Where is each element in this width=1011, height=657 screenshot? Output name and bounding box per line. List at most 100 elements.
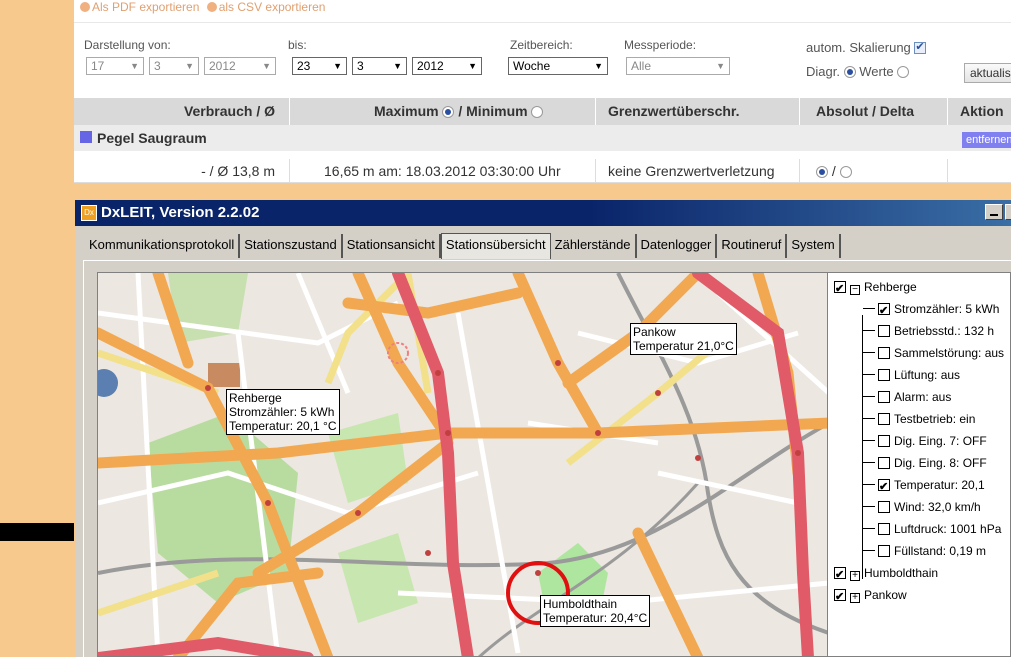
arrow-circle-icon [206,2,217,12]
to-day-select[interactable]: 23 ▼ [292,57,347,75]
dxleit-window: Dx DxLEIT, Version 2.2.02 Kommunikations… [75,200,1011,657]
map-label-pankow[interactable]: Pankow Temperatur 21,0°C [630,323,737,355]
export-pdf-link[interactable]: Als PDF exportieren [92,0,199,14]
from-day-select[interactable]: 17 ▼ [86,57,144,75]
col-maxmin: Maximum / Minimum [290,98,596,125]
expand-icon[interactable]: + [850,571,860,581]
tree-item[interactable]: Alarm: aus [863,387,951,407]
tree-checkbox[interactable] [878,457,890,469]
tree-checkbox[interactable] [878,523,890,535]
arrow-circle-icon [80,2,90,12]
values-radio[interactable] [897,66,910,78]
tree-item[interactable]: Lüftung: aus [863,365,960,385]
export-csv-link[interactable]: als CSV exportieren [219,0,326,14]
tree-checkbox[interactable] [834,565,846,585]
tab-datenlogger[interactable]: Datenlogger [637,234,718,258]
tree-item-root[interactable]: −Rehberge [834,277,917,299]
tab-system[interactable]: System [787,234,841,258]
series-color-swatch [80,131,92,143]
cell-limit: keine Grenzwertverletzung [596,159,800,182]
chevron-down-icon: ▼ [185,61,194,71]
minimize-icon [990,214,998,216]
tab-bar: Kommunikationsprotokoll Stationszustand St… [85,233,841,259]
period-select[interactable]: Alle ▼ [626,57,730,75]
collapse-icon[interactable]: − [850,285,860,295]
col-action: Aktion [960,103,1004,119]
col-consumption: Verbrauch / Ø [74,98,290,125]
tree-item[interactable]: Stromzähler: 5 kWh [863,299,999,321]
tree-item[interactable]: Sammelstörung: aus [863,343,1004,363]
range-label: Zeitbereich: [510,38,573,52]
from-year-select[interactable]: 2012 ▼ [204,57,276,75]
tree-checkbox[interactable] [878,301,890,321]
app-icon: Dx [81,205,97,221]
tree-item[interactable]: Dig. Eing. 8: OFF [863,453,987,473]
tree-item[interactable]: Dig. Eing. 7: OFF [863,431,987,451]
chevron-down-icon: ▼ [130,61,139,71]
cell-maxmin: 16,65 m am: 18.03.2012 03:30:00 Uhr [290,159,596,182]
table-row: - / Ø 13,8 m 16,65 m am: 18.03.2012 03:3… [74,159,1011,182]
tree-item-humboldthain[interactable]: +Humboldthain [834,563,938,585]
to-year-select[interactable]: 2012 ▼ [412,57,482,75]
series-row: Pegel Saugraum entfernen [74,125,1011,151]
minimum-radio[interactable] [531,106,544,118]
tab-zaehlerstaende[interactable]: Zählerstände [551,234,637,258]
tree-checkbox[interactable] [878,369,890,381]
tree-item[interactable]: Füllstand: 0,19 m [863,541,986,561]
from-label: Darstellung von: [84,38,171,52]
tab-kommunikationsprotokoll[interactable]: Kommunikationsprotokoll [85,234,241,258]
table-header: Verbrauch / Ø Maximum / Minimum Grenzwer… [74,98,1011,125]
to-month-select[interactable]: 3 ▼ [352,57,407,75]
range-select[interactable]: Woche ▼ [508,57,608,75]
maximum-radio[interactable] [442,106,455,118]
tab-stationszustand[interactable]: Stationszustand [240,234,343,258]
tree-checkbox[interactable] [878,435,890,447]
station-map[interactable]: Rehberge Stromzähler: 5 kWh Temperatur: … [97,272,828,657]
diag-values-row: Diagr. Werte [806,64,910,79]
from-month-select[interactable]: 3 ▼ [149,57,199,75]
chevron-down-icon: ▼ [393,61,402,71]
period-label: Messperiode: [624,38,697,52]
tab-stationsuebersicht[interactable]: Stationsübersicht [440,233,551,259]
chevron-down-icon: ▼ [468,61,477,71]
absolute-radio[interactable] [816,166,828,178]
tree-item[interactable]: Temperatur: 20,1 [863,475,985,497]
export-links: Als PDF exportieren als CSV exportieren [80,0,325,16]
tree-checkbox[interactable] [834,587,846,607]
tree-checkbox[interactable] [834,279,846,299]
tab-routineruf[interactable]: Routineruf [717,234,788,258]
report-panel: Als PDF exportieren als CSV exportieren … [74,0,1011,183]
tree-item[interactable]: Wind: 32,0 km/h [863,497,981,517]
col-limit: Grenzwertüberschr. [596,98,800,125]
map-label-rehberge[interactable]: Rehberge Stromzähler: 5 kWh Temperatur: … [226,389,340,435]
tree-checkbox[interactable] [878,477,890,497]
tree-checkbox[interactable] [878,347,890,359]
delta-radio[interactable] [839,166,852,178]
chevron-down-icon: ▼ [716,61,725,71]
map-label-humboldthain[interactable]: Humboldthain Temperatur: 20,4°C [540,595,651,627]
tree-checkbox[interactable] [878,545,890,557]
remove-button[interactable]: entfernen [962,132,1011,148]
tree-item-pankow[interactable]: +Pankow [834,585,907,607]
tree-checkbox[interactable] [878,325,890,337]
diag-radio[interactable] [843,66,856,78]
tab-stationsansicht[interactable]: Stationsansicht [343,234,441,258]
col-delta: Absolut / Delta [800,98,948,125]
tree-checkbox[interactable] [878,391,890,403]
divider [74,22,1011,23]
tree-item[interactable]: Luftdruck: 1001 hPa [863,519,1001,539]
expand-icon[interactable]: + [850,593,860,603]
autoscale-label: autom. Skalierung [806,40,927,55]
tree-item[interactable]: Betriebsstd.: 132 h [863,321,994,341]
tree-item[interactable]: Testbetrieb: ein [863,409,975,429]
autoscale-checkbox[interactable] [914,40,927,54]
background-black-bar [0,523,74,541]
update-button[interactable]: aktualisieren [964,63,1011,83]
cell-delta: / [800,159,948,182]
window-titlebar: Dx DxLEIT, Version 2.2.02 [75,200,1011,226]
tree-checkbox[interactable] [878,413,890,425]
chevron-down-icon: ▼ [262,61,271,71]
tree-checkbox[interactable] [878,501,890,513]
minimize-button[interactable] [985,204,1003,220]
maximize-button[interactable] [1005,204,1011,220]
